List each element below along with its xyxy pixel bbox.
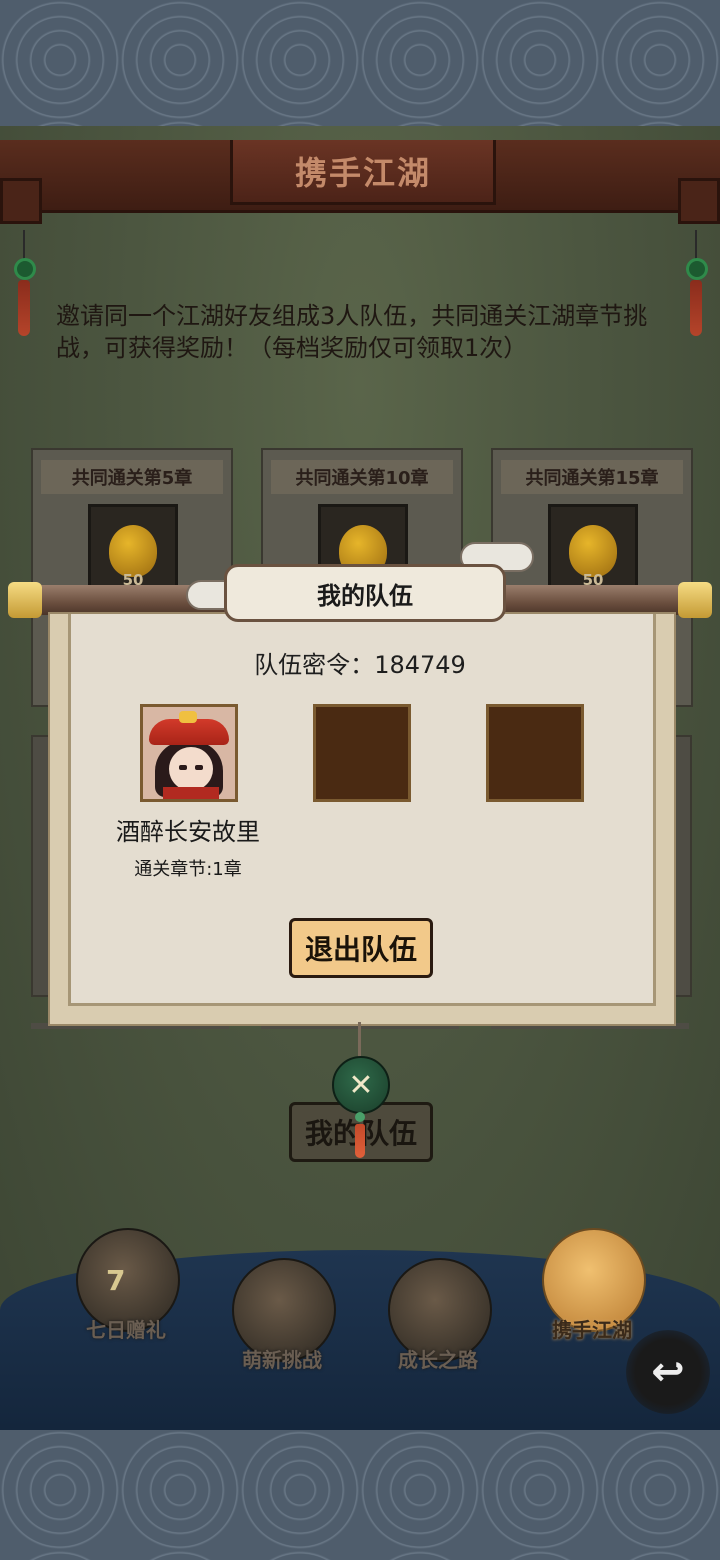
decorative-swirl-band-bottom [0, 1430, 720, 1560]
close-dialog-button[interactable]: ✕ [332, 1056, 390, 1114]
pendant-tassel [355, 1124, 365, 1158]
decorative-swirl-band-top [0, 0, 720, 126]
member-name: 酒醉长安故里 [116, 818, 260, 846]
team-member-slot-1[interactable] [140, 704, 238, 802]
reward-card-title: 共同通关第5章 [41, 460, 223, 494]
close-icon: ✕ [348, 1067, 374, 1103]
header-corner-left [0, 178, 42, 224]
team-member-slot-3-empty[interactable] [486, 704, 584, 802]
reward-card-title: 共同通关第10章 [271, 460, 453, 494]
member-stage-progress: 通关章节:1章 [134, 859, 242, 880]
scroll-rod-cap-left [8, 582, 42, 618]
header-plaque: 携手江湖 [230, 140, 496, 205]
back-button[interactable]: ↩ [626, 1330, 710, 1414]
dialog-title: 我的队伍 [317, 581, 413, 610]
leave-team-button[interactable]: 退出队伍 [289, 918, 433, 978]
nav-label: 萌新挑战 [242, 1348, 322, 1372]
page-title: 携手江湖 [294, 154, 431, 192]
pendant-cord [358, 1022, 361, 1058]
team-code: 队伍密令：184749 [0, 645, 720, 680]
header-corner-right [678, 178, 720, 224]
nav-label: 七日赠礼 [86, 1318, 166, 1342]
team-code-value: 184749 [374, 651, 466, 679]
nav-item-seven-day-gift[interactable]: 7 七日赠礼 [66, 1228, 186, 1348]
team-member-slot-2-empty[interactable] [313, 704, 411, 802]
team-code-label: 队伍密令： [254, 651, 375, 679]
reward-item-slot[interactable]: 50 [548, 504, 638, 594]
event-description: 邀请同一个江湖好友组成3人队伍，共同通关江湖章节挑战，可获得奖励！（每档奖励仅可… [56, 302, 648, 362]
dialog-title-plate: 我的队伍 [224, 564, 506, 622]
scroll-rod-cap-right [678, 582, 712, 618]
reward-item-slot[interactable]: 50 [88, 504, 178, 594]
nav-item-growth-path[interactable]: 成长之路 [378, 1258, 498, 1378]
back-arrow-icon: ↩ [651, 1349, 685, 1395]
pendant-bead [355, 1112, 365, 1122]
gourd-icon [569, 525, 617, 577]
nav-label: 成长之路 [398, 1348, 478, 1372]
gourd-icon [109, 525, 157, 577]
tassel-right-icon [686, 230, 708, 340]
nav-item-newbie-challenge[interactable]: 萌新挑战 [222, 1258, 342, 1378]
reward-card-title: 共同通关第15章 [501, 460, 683, 494]
nav-item-hand-in-hand[interactable]: 携手江湖 [532, 1228, 652, 1348]
tassel-left-icon [14, 230, 36, 340]
